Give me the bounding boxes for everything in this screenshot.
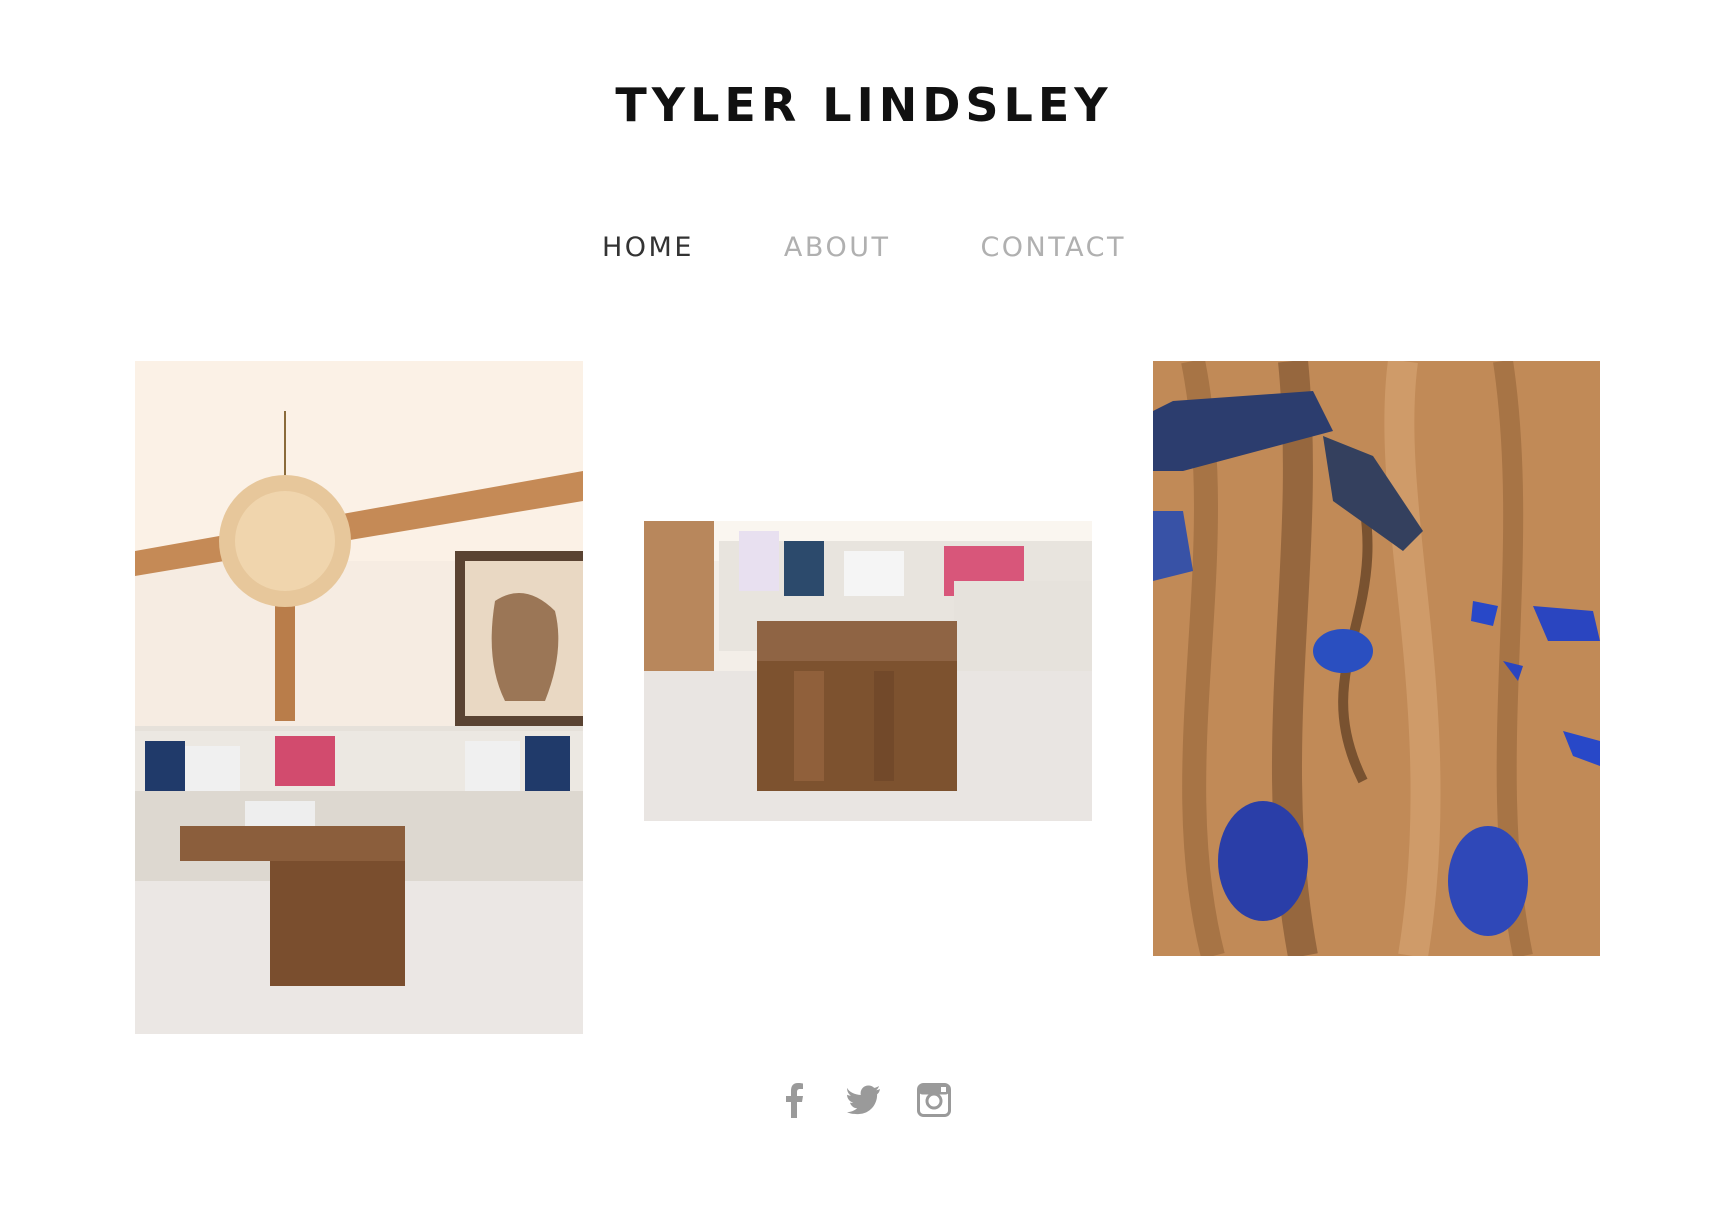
nav-about[interactable]: ABOUT [784,232,891,263]
nav-contact[interactable]: CONTACT [980,232,1126,263]
gallery-image-coffee-table[interactable] [644,521,1092,821]
site-title[interactable]: TYLER LINDSLEY [0,78,1728,132]
instagram-icon[interactable] [916,1080,952,1120]
living-room-photo [135,361,583,1034]
gallery-image-wood-slab[interactable] [1153,361,1600,956]
nav-home[interactable]: HOME [602,232,694,263]
coffee-table-photo [644,521,1092,821]
wood-slab-photo [1153,361,1600,956]
gallery-image-living-room[interactable] [135,361,583,1034]
twitter-icon[interactable] [846,1080,882,1120]
facebook-icon[interactable] [776,1080,812,1120]
social-links [0,1080,1728,1120]
main-nav: HOME ABOUT CONTACT [0,232,1728,263]
